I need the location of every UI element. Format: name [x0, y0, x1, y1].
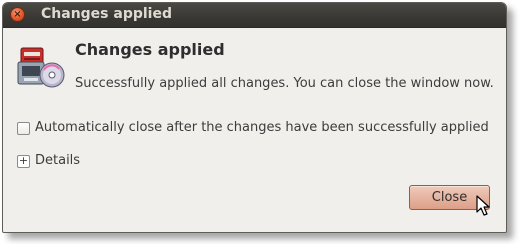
- window-title: Changes applied: [41, 6, 172, 22]
- mouse-pointer-icon: [476, 195, 490, 216]
- package-installer-icon: [17, 47, 65, 88]
- details-label[interactable]: Details: [35, 153, 80, 168]
- auto-close-checkbox[interactable]: [17, 122, 30, 135]
- close-icon[interactable]: ×: [10, 7, 25, 22]
- auto-close-label[interactable]: Automatically close after the changes ha…: [35, 120, 489, 135]
- dialog-heading: Changes applied: [75, 40, 225, 59]
- expand-plus-icon[interactable]: +: [17, 155, 30, 168]
- title-bar[interactable]: × Changes applied: [3, 3, 506, 28]
- dialog-window: × Changes applied Changes applied Succes…: [2, 2, 507, 233]
- status-message: Successfully applied all changes. You ca…: [75, 76, 494, 91]
